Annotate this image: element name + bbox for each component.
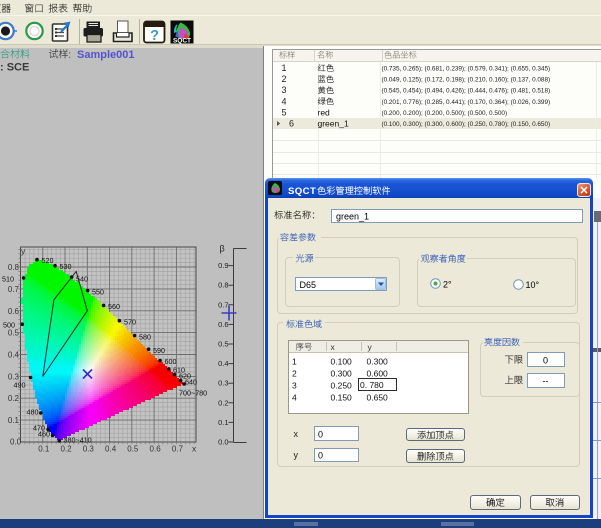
svg-text:?: ?	[150, 28, 159, 44]
svg-text:SQCT: SQCT	[173, 38, 191, 45]
